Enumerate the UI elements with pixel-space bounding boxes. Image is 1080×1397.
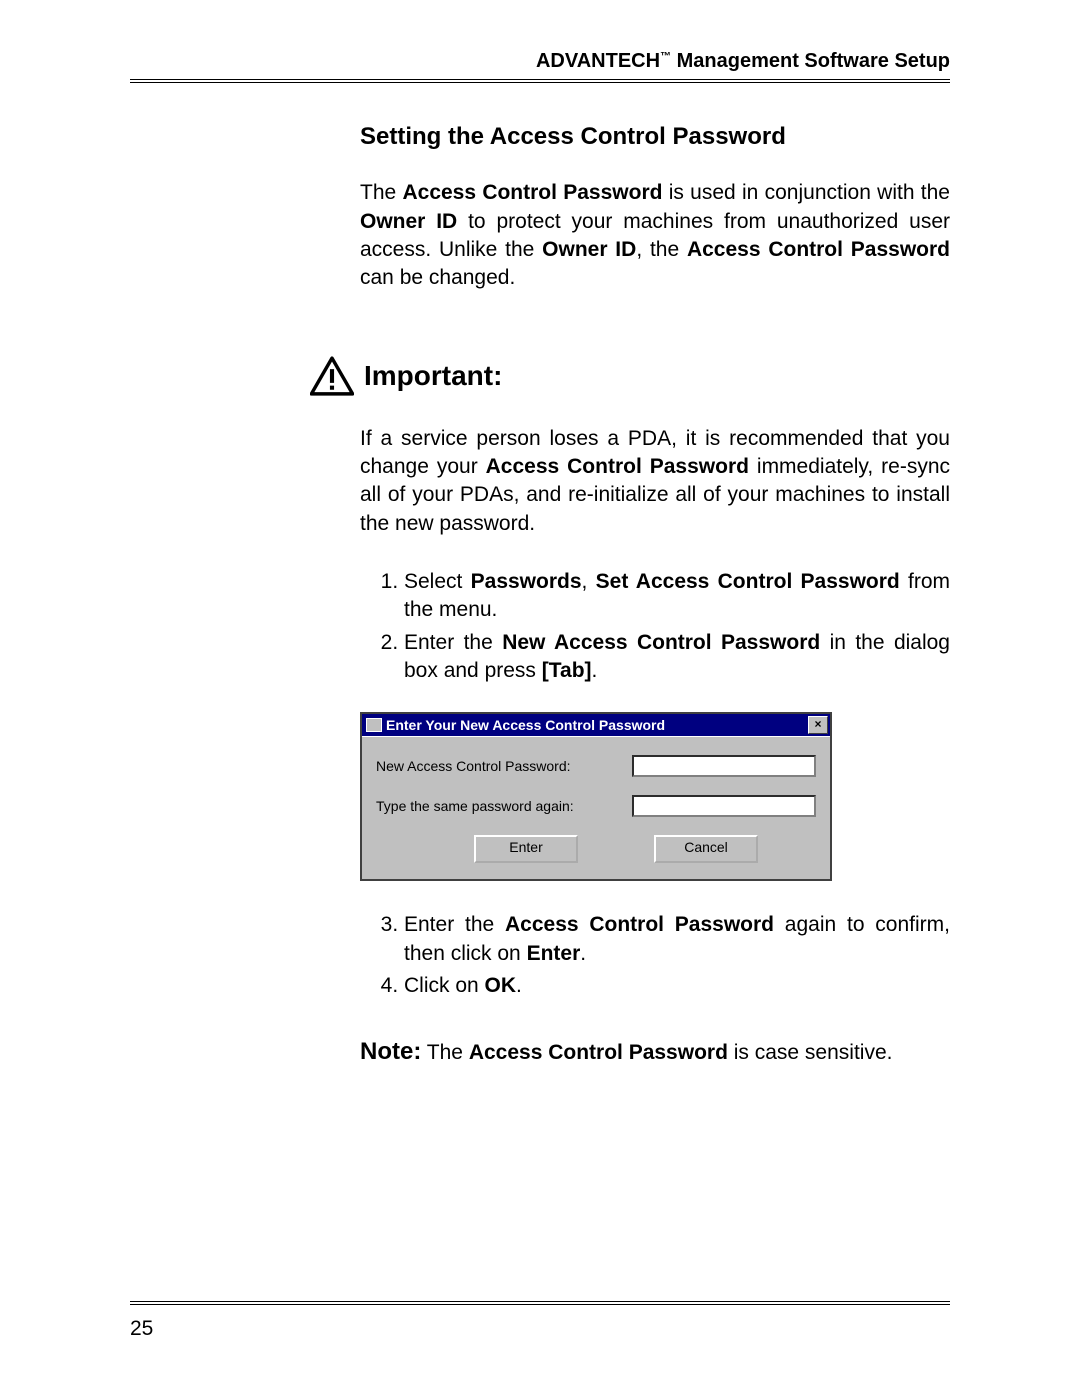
dialog-body: New Access Control Password: Type the sa… [362,736,830,879]
step-2: Enter the New Access Control Password in… [404,629,950,686]
text: . [516,974,522,997]
button-ref-ok: OK [485,974,517,997]
cancel-button[interactable]: Cancel [654,835,758,863]
dialog-titlebar: Enter Your New Access Control Password × [362,714,830,737]
step-1: Select Passwords, Set Access Control Pas… [404,568,950,625]
enter-button[interactable]: Enter [474,835,578,863]
input-new-password[interactable] [632,755,816,777]
label-confirm-password: Type the same password again: [376,797,574,816]
term-access-control-password: Access Control Password [505,913,774,936]
text: is used in conjunction with the [662,181,950,204]
warning-triangle-icon [310,356,354,396]
menu-set-access-control-password: Set Access Control Password [596,570,900,593]
dialog-button-row: Enter Cancel [376,835,816,863]
trademark-symbol: ™ [660,50,671,62]
note-label: Note: [360,1038,421,1065]
text: , the [636,238,687,261]
header-subtitle: Management Software Setup [671,50,950,72]
footer-rule [130,1301,950,1305]
button-ref-enter: Enter [527,942,581,965]
text: . [580,942,586,965]
text: The [360,181,402,204]
steps-list-1: Select Passwords, Set Access Control Pas… [360,568,950,685]
text: Enter the [404,631,502,654]
field-row-new-password: New Access Control Password: [376,755,816,777]
term-access-control-password: Access Control Password [486,455,749,478]
document-page: ADVANTECH™ Management Software Setup Set… [0,0,1080,1397]
dialog-title: Enter Your New Access Control Password [386,716,665,735]
text: The [421,1041,468,1064]
page-number: 25 [130,1317,153,1341]
step-3: Enter the Access Control Password again … [404,911,950,968]
step-4: Click on OK. [404,972,950,1000]
text: Click on [404,974,485,997]
term-access-control-password: Access Control Password [469,1041,728,1064]
term-access-control-password: Access Control Password [687,238,950,261]
term-owner-id: Owner ID [360,210,457,233]
field-new-access-control-password: New Access Control Password [502,631,820,654]
intro-paragraph: The Access Control Password is used in c… [360,179,950,292]
input-confirm-password[interactable] [632,795,816,817]
running-header: ADVANTECH™ Management Software Setup [130,50,950,73]
header-brand: ADVANTECH [536,50,660,72]
text: . [592,659,598,682]
menu-passwords: Passwords [471,570,582,593]
dialog-title-left: Enter Your New Access Control Password [366,716,665,735]
text: , [582,570,596,593]
key-tab: [Tab] [542,659,592,682]
text: Enter the [404,913,505,936]
text: can be changed. [360,266,515,289]
section-title: Setting the Access Control Password [360,121,950,153]
password-dialog: Enter Your New Access Control Password ×… [360,712,832,882]
important-heading: Important: [310,353,950,399]
important-label: Important: [364,357,502,395]
app-icon [366,718,382,732]
label-new-password: New Access Control Password: [376,757,571,776]
note-paragraph: Note: The Access Control Password is cas… [360,1036,950,1068]
field-row-confirm-password: Type the same password again: [376,795,816,817]
term-access-control-password: Access Control Password [402,181,662,204]
term-owner-id: Owner ID [542,238,636,261]
text: is case sensitive. [728,1041,893,1064]
text: Select [404,570,471,593]
content-area: Setting the Access Control Password The … [360,121,950,1069]
steps-list-2: Enter the Access Control Password again … [360,911,950,1000]
important-paragraph: If a service person loses a PDA, it is r… [360,425,950,538]
header-rule [130,79,950,83]
close-button[interactable]: × [808,716,828,734]
